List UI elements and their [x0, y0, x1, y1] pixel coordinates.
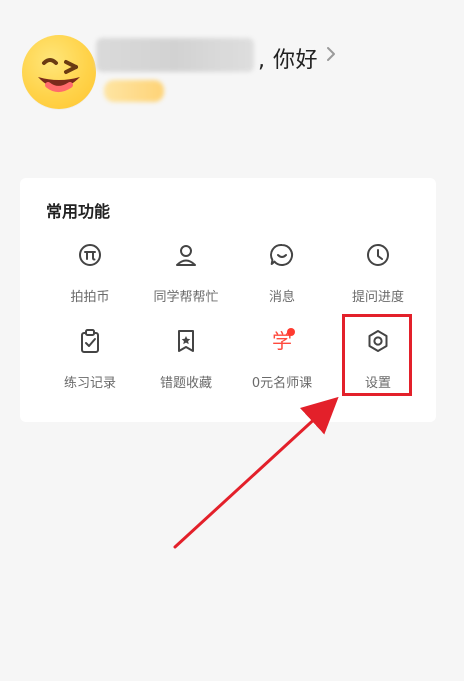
function-label: 拍拍币: [70, 290, 110, 305]
function-label: 练习记录: [63, 376, 116, 391]
profile-page: , 你好 常用功能 拍拍币 同学帮帮忙 消息 提问进度 练习记录 错题收藏 学 …: [0, 0, 464, 681]
clipboard-check-icon: [81, 329, 99, 353]
redacted-badge: [104, 80, 164, 102]
person-icon: [176, 245, 196, 266]
settings-highlight-box: [342, 314, 412, 396]
function-label: 消息: [268, 290, 295, 305]
function-item-peer-help[interactable]: 同学帮帮忙: [134, 242, 238, 312]
profile-header[interactable]: , 你好: [0, 0, 464, 130]
function-item-messages[interactable]: 消息: [230, 242, 334, 312]
learn-char-icon: 学: [272, 328, 295, 353]
function-item-practice-record[interactable]: 练习记录: [38, 328, 142, 398]
function-item-wrong-question-favorites[interactable]: 错题收藏: [134, 328, 238, 398]
greeting-text: , 你好: [258, 48, 318, 73]
function-item-paipai-coin[interactable]: 拍拍币: [38, 242, 142, 312]
message-smile-icon: [270, 243, 293, 266]
function-item-question-progress[interactable]: 提问进度: [326, 242, 430, 312]
pi-coin-icon: [79, 244, 101, 266]
avatar[interactable]: [22, 35, 96, 109]
winking-face-icon: [38, 58, 80, 92]
chevron-right-icon[interactable]: [326, 46, 336, 62]
function-label: 0元名师课: [251, 376, 313, 391]
function-label: 同学帮帮忙: [153, 290, 219, 305]
function-label: 提问进度: [351, 290, 404, 305]
redacted-username: [96, 38, 254, 72]
bookmark-star-icon: [178, 330, 194, 352]
function-item-free-master-course[interactable]: 学 0元名师课: [230, 328, 334, 398]
function-label: 错题收藏: [159, 376, 212, 391]
clock-icon: [367, 244, 389, 266]
card-title: 常用功能: [46, 202, 111, 221]
